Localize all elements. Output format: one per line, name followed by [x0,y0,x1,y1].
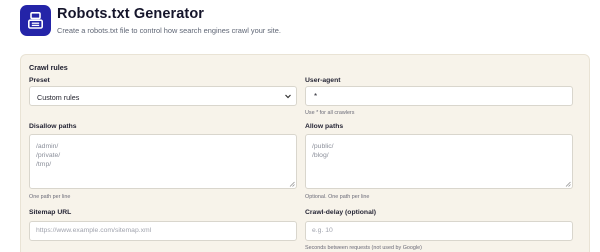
page-subtitle: Create a robots.txt file to control how … [57,26,281,35]
sitemap-placeholder: https://www.example.com/sitemap.xml [36,227,152,234]
app-header: Robots.txt Generator Create a robots.txt… [20,5,580,39]
disallow-line: /admin/ [36,143,59,150]
crawl-delay-hint: Seconds between requests (not used by Go… [305,245,422,251]
disallow-lines: /admin/ /private/ /tmp/ [36,142,60,169]
robot-icon [28,12,43,29]
crawl-rules-panel: Crawl rules Preset Custom rules User-age… [20,54,590,252]
user-agent-input[interactable]: * [305,86,573,106]
allow-label: Allow paths [305,123,344,130]
resize-handle-icon[interactable] [565,181,571,187]
sitemap-label: Sitemap URL [29,209,72,216]
crawl-delay-placeholder: e.g. 10 [312,227,333,234]
disallow-hint: One path per line [29,194,71,200]
allow-line: /public/ [312,143,334,150]
disallow-line: /tmp/ [36,161,52,168]
allow-hint: Optional. One path per line [305,194,370,200]
user-agent-label: User-agent [305,77,341,84]
disallow-line: /private/ [36,152,61,159]
allow-textarea[interactable]: /public/ /blog/ [305,134,573,189]
disallow-textarea[interactable]: /admin/ /private/ /tmp/ [29,134,297,189]
disallow-label: Disallow paths [29,123,77,130]
preset-selected-value: Custom rules [37,93,80,102]
app-logo [20,5,51,36]
allow-line: /blog/ [312,152,329,159]
resize-handle-icon[interactable] [289,181,295,187]
chevron-down-icon [285,94,291,99]
allow-lines: /public/ /blog/ [312,142,334,160]
preset-select[interactable]: Custom rules [29,86,297,106]
crawl-delay-label: Crawl-delay (optional) [305,209,376,216]
panel-title: Crawl rules [29,63,68,72]
user-agent-hint: Use * for all crawlers [305,110,355,116]
user-agent-value: * [314,92,318,101]
crawl-delay-input[interactable]: e.g. 10 [305,221,573,241]
sitemap-input[interactable]: https://www.example.com/sitemap.xml [29,221,297,241]
page-title: Robots.txt Generator [57,6,205,22]
preset-label: Preset [29,77,50,84]
